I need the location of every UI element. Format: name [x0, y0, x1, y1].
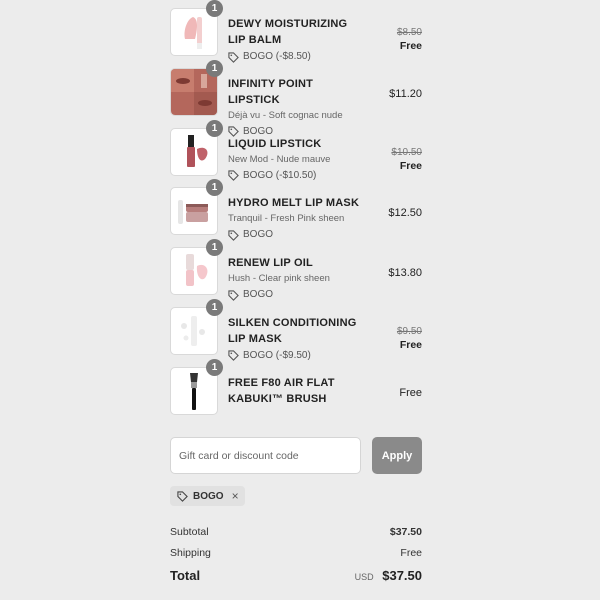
discount-label: BOGO [228, 228, 368, 242]
total-row: Total USD $37.50 [170, 568, 422, 583]
line-item: 1 DEWY MOISTURIZING LIP BALM BOGO (-$8.5… [170, 0, 422, 63]
tag-icon [228, 230, 239, 241]
discount-label: BOGO (-$8.50) [228, 50, 368, 64]
remove-code-icon[interactable]: × [232, 489, 239, 503]
line-item: 1 LIQUID LIPSTICK New Mod - Nude mauve B… [170, 119, 422, 181]
quantity-badge: 1 [206, 0, 223, 17]
tag-icon [177, 490, 188, 502]
final-price: Free [399, 159, 422, 172]
total-value: $37.50 [382, 568, 422, 583]
final-price: Free [399, 338, 422, 351]
original-price: $8.50 [396, 27, 422, 38]
product-name: SILKEN CONDITIONING LIP MASK [228, 316, 357, 345]
final-price: Free [399, 40, 422, 52]
product-name: LIQUID LIPSTICK [228, 137, 322, 150]
quantity-badge: 1 [206, 239, 223, 257]
discount-text: BOGO [243, 289, 274, 301]
shipping-row: Shipping Free [170, 547, 422, 559]
currency-code: USD [354, 572, 374, 582]
final-price: Free [399, 386, 422, 399]
discount-label: BOGO (-$9.50) [228, 349, 368, 363]
variant-text: Déjà vu - Soft cognac nude [228, 109, 343, 121]
applied-code-label: BOGO [193, 490, 224, 502]
shipping-label: Shipping [170, 547, 211, 559]
total-label: Total [170, 568, 201, 583]
quantity-badge: 1 [206, 119, 223, 137]
final-price: $12.50 [388, 207, 422, 220]
line-item: 1 FREE F80 AIR FLAT KABUKI™ BRUSH Free [170, 358, 422, 415]
price-block: $8.50 Free [397, 26, 422, 53]
discount-text: BOGO (-$9.50) [243, 349, 311, 361]
discount-text: BOGO (-$8.50) [243, 51, 311, 62]
product-name: RENEW LIP OIL [228, 257, 313, 270]
variant-text: New Mod - Nude mauve [228, 153, 331, 165]
original-price: $9.50 [396, 325, 422, 337]
discount-code-input[interactable] [170, 437, 361, 474]
cart-items: 1 DEWY MOISTURIZING LIP BALM BOGO (-$8.5… [170, 0, 422, 427]
variant-text: Tranquil - Fresh Pink sheen [228, 213, 345, 225]
discount-form: Apply [170, 437, 422, 474]
product-name: HYDRO MELT LIP MASK [228, 197, 360, 210]
variant-text: Hush - Clear pink sheen [228, 273, 330, 285]
quantity-badge: 1 [206, 59, 223, 77]
final-price: $13.80 [388, 267, 422, 280]
subtotal-label: Subtotal [170, 526, 209, 538]
applied-discount-chip: BOGO × [170, 486, 245, 506]
discount-label: BOGO (-$10.50) [228, 169, 368, 183]
subtotal-row: Subtotal $37.50 [170, 526, 422, 538]
apply-button[interactable]: Apply [372, 437, 422, 474]
tag-icon [228, 290, 239, 301]
quantity-badge: 1 [206, 358, 223, 376]
product-name: FREE F80 AIR FLAT KABUKI™ BRUSH [228, 376, 335, 405]
price-block: $9.50 Free [397, 325, 422, 352]
tag-icon [228, 350, 239, 362]
discount-text: BOGO (-$10.50) [243, 169, 317, 181]
line-item: 1 HYDRO MELT LIP MASK Tranquil - Fresh P… [170, 179, 422, 241]
tag-icon [228, 170, 239, 181]
price-block: $10.50 Free [391, 146, 422, 173]
tag-icon [228, 51, 239, 63]
subtotal-value: $37.50 [389, 526, 422, 538]
discount-label: BOGO [228, 288, 368, 302]
line-item: 1 RENEW LIP OIL Hush - Clear pink sheen … [170, 239, 422, 301]
line-item: 1 INFINITY POINT LIPSTICK Déjà vu - Soft… [170, 59, 422, 138]
product-name: INFINITY POINT LIPSTICK [228, 77, 314, 106]
discount-text: BOGO [243, 229, 274, 241]
original-price: $10.50 [391, 146, 422, 158]
final-price: $11.20 [389, 87, 422, 100]
line-item: 1 SILKEN CONDITIONING LIP MASK BOGO (-$9… [170, 298, 422, 362]
shipping-value: Free [400, 547, 422, 559]
product-name: DEWY MOISTURIZING LIP BALM [228, 18, 348, 46]
quantity-badge: 1 [206, 298, 223, 316]
quantity-badge: 1 [206, 179, 223, 197]
